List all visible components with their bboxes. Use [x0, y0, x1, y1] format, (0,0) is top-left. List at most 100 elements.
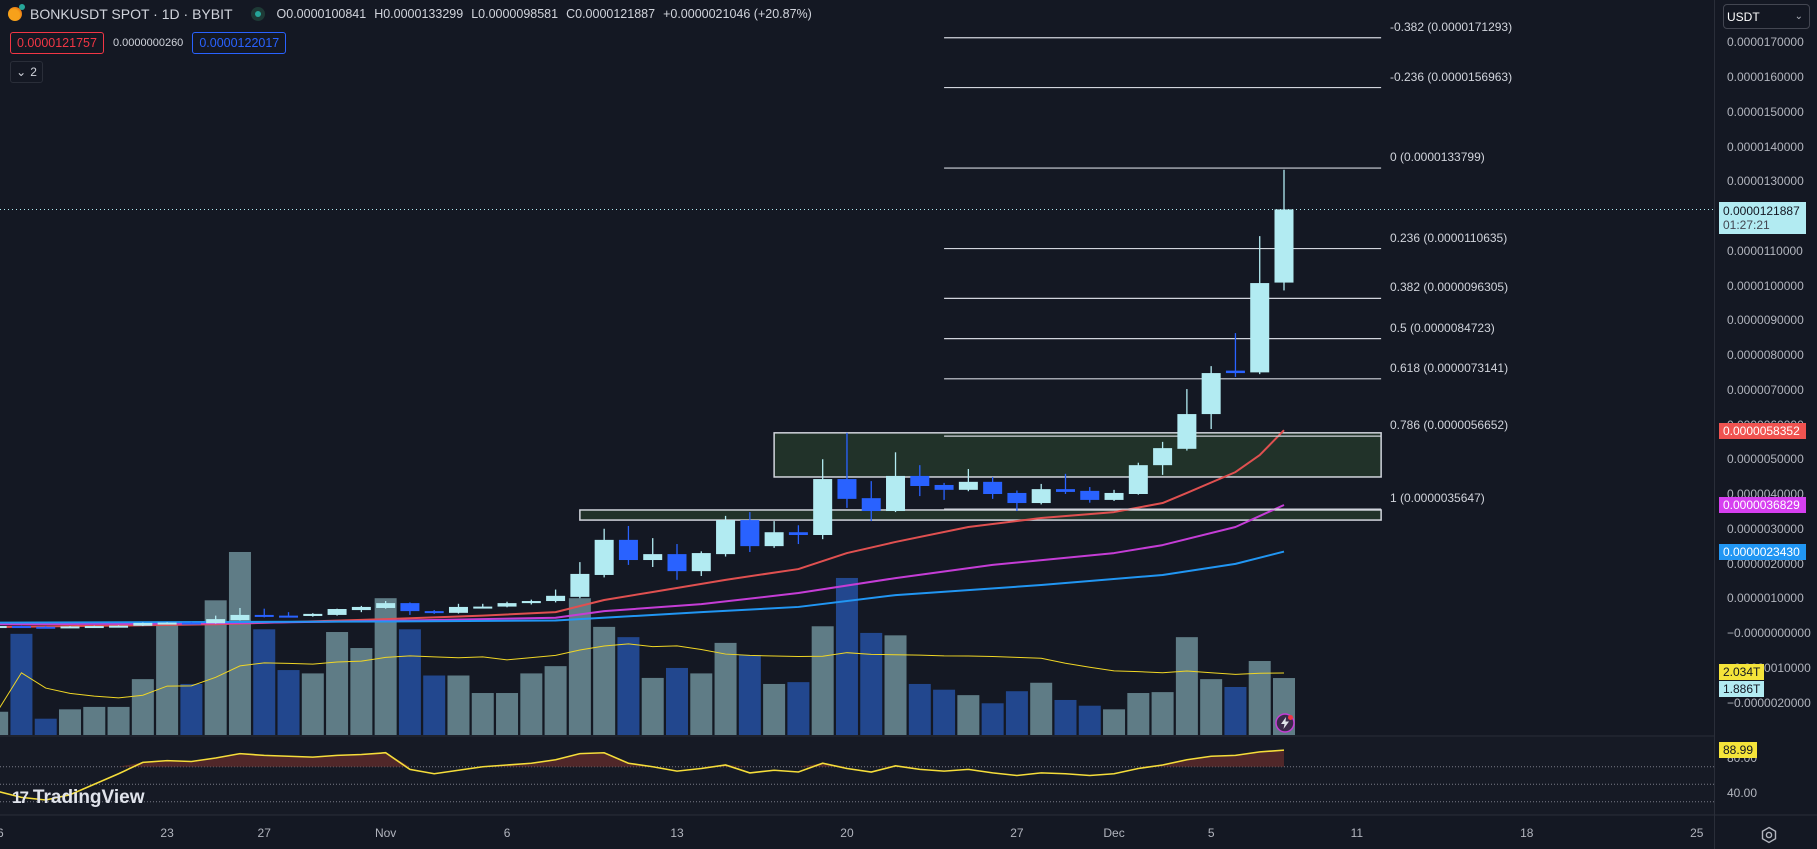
- candle-body: [886, 475, 906, 512]
- volume-bar: [1248, 661, 1271, 735]
- candle-body: [1104, 492, 1124, 500]
- candle-body: [303, 613, 323, 616]
- rsi-pane: [0, 737, 1714, 815]
- volume-bar: [714, 642, 737, 735]
- volume-bar: [0, 711, 9, 735]
- candle: [109, 625, 129, 628]
- candle-body: [788, 532, 808, 536]
- volume-bar: [1103, 709, 1126, 735]
- candle-body: [643, 554, 663, 561]
- volume-bar: [860, 632, 883, 735]
- price-axis-label: 0.0000140000: [1727, 139, 1804, 154]
- candle-body: [740, 520, 760, 547]
- tradingview-mark-icon: 17: [12, 788, 29, 807]
- market-open-dot-icon[interactable]: [250, 7, 265, 21]
- candle-body: [351, 606, 371, 611]
- candle-body: [1250, 283, 1270, 373]
- volume-bar: [398, 629, 421, 735]
- candle-body: [1177, 414, 1197, 449]
- spread-value: 0.0000000260: [112, 37, 184, 49]
- candle-body: [546, 595, 566, 602]
- time-axis-label: Nov: [374, 826, 397, 840]
- volume-bar: [763, 683, 786, 735]
- candle-body: [1128, 465, 1148, 494]
- candle-body: [1201, 373, 1221, 415]
- open-value: O0.0000100841: [276, 7, 367, 21]
- price-axis-label: 0.0000100000: [1727, 278, 1804, 293]
- candle-body: [109, 625, 129, 628]
- zone-rectangle[interactable]: [773, 432, 1382, 478]
- candle-body: [837, 479, 857, 499]
- candle-body: [1007, 492, 1027, 504]
- candle-body: [448, 606, 468, 613]
- volume-bar: [1200, 679, 1223, 735]
- price-axis-label: 0.0000110000: [1727, 243, 1803, 258]
- volume-bar: [59, 709, 81, 735]
- volume-bar: [933, 689, 956, 735]
- candle-body: [254, 614, 274, 617]
- volume-bar: [83, 706, 106, 735]
- time-axis-label: 5: [1207, 826, 1215, 840]
- time-axis-label: 6: [503, 826, 511, 840]
- candle-body: [618, 539, 638, 561]
- chevron-down-icon: ⌄: [16, 65, 27, 79]
- volume-bar: [957, 695, 980, 735]
- candle-body: [36, 626, 56, 629]
- candle: [327, 608, 347, 616]
- volume-bar: [1127, 693, 1150, 735]
- time-axis-label: Dec: [1103, 826, 1125, 840]
- candle-body: [400, 603, 420, 612]
- volume-bar: [884, 635, 907, 735]
- chart-canvas[interactable]: [0, 0, 1817, 849]
- fib-level-label: 0.236 (0.0000110635): [1390, 230, 1508, 245]
- time-axis-label: 27: [257, 826, 271, 840]
- volume-bar: [1054, 699, 1077, 735]
- volume-bar: [690, 673, 713, 735]
- candle: [84, 625, 104, 629]
- time-axis-label: 13: [670, 826, 684, 840]
- volume-bar: [180, 683, 203, 735]
- chevron-down-icon: ⌄: [1794, 11, 1803, 22]
- tradingview-logo[interactable]: 17 TradingView: [12, 787, 145, 809]
- rsi-axis-label: 40.00: [1727, 786, 1758, 800]
- price-axis-label: 0.0000010000: [1727, 591, 1804, 606]
- candle-body: [861, 498, 881, 512]
- candle-body: [1225, 370, 1245, 374]
- price-axis-label: 0.0000070000: [1727, 382, 1804, 397]
- candle: [716, 515, 736, 557]
- candle-body: [473, 606, 493, 609]
- volume-bar: [738, 654, 761, 735]
- sell-button[interactable]: 0.0000121757: [10, 32, 104, 54]
- candle-body: [1274, 209, 1294, 283]
- volume-bar: [1224, 686, 1247, 735]
- volume-bar: [593, 626, 616, 735]
- close-value: C0.0000121887: [566, 7, 656, 21]
- bonk-coin-logo-icon: [8, 4, 25, 21]
- lightning-news-icon[interactable]: [1275, 713, 1295, 733]
- volume-bar: [228, 551, 251, 735]
- candle: [60, 626, 80, 629]
- volume-bar: [1175, 637, 1198, 735]
- volume-bar: [1005, 691, 1028, 735]
- volume-bar: [1078, 705, 1101, 735]
- ma-red-badge: 0.0000058352: [1719, 423, 1806, 439]
- volume-bar: [107, 706, 130, 735]
- candle-body: [521, 601, 541, 604]
- volume-ma-badge: 2.034T: [1719, 664, 1765, 680]
- candle-body: [279, 615, 299, 618]
- settings-gear-icon[interactable]: [1760, 826, 1778, 844]
- indicators-toggle-button[interactable]: ⌄ 2: [10, 61, 43, 83]
- candle-body: [1080, 490, 1100, 500]
- volume-bar: [811, 626, 834, 735]
- volume-bar: [423, 675, 446, 735]
- fib-level-label: 0.382 (0.0000096305): [1390, 280, 1509, 295]
- candle-body: [764, 532, 784, 547]
- price-axis-label: −0.0000000000: [1727, 626, 1811, 640]
- buy-button[interactable]: 0.0000122017: [192, 32, 287, 54]
- countdown-timer: 01:27:21: [1723, 218, 1770, 232]
- volume-bar: [617, 637, 640, 735]
- candle-body: [181, 622, 201, 625]
- indicators-count: 2: [30, 65, 37, 79]
- symbol-title[interactable]: BONKUSDT SPOT · 1D · BYBIT: [30, 6, 233, 22]
- currency-select[interactable]: USDT ⌄: [1723, 4, 1810, 29]
